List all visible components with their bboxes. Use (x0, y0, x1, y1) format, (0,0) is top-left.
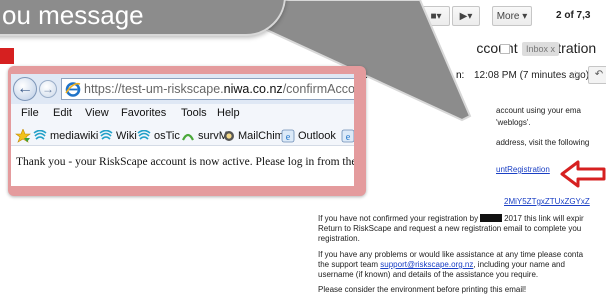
webslice-icon (33, 130, 47, 140)
red-marker (0, 48, 14, 64)
back-arrow-icon: ← (17, 80, 33, 97)
star-icon[interactable]: ☆ (570, 68, 581, 82)
registration-link[interactable]: untRegistration (496, 165, 550, 174)
url-host: niwa.co.nz (223, 82, 283, 96)
address-bar-row: ← → https://test-um-riskscape.niwa.co.nz… (11, 74, 354, 104)
environment-line: Please consider the environment before p… (318, 285, 527, 294)
expire-line-1: If you have not confirmed your registrat… (318, 214, 584, 223)
webslice-icon (99, 130, 113, 140)
report-spam-button[interactable]: ❗ (364, 6, 386, 26)
forward-arrow-icon: → (42, 82, 54, 96)
svg-text:e: e (286, 132, 291, 143)
back-to-inbox-button[interactable]: ← (312, 6, 334, 26)
fav-oracle[interactable]: e oracle (341, 128, 354, 144)
email-toolbar: ← ❗ 🗑 ■▾ ▶▾ More ▾ 2 of 7,3 (312, 6, 606, 28)
fav-mailchimp[interactable]: MailChimp (223, 128, 290, 144)
favorites-star-button[interactable] (15, 128, 34, 144)
fav-outlook-label: Outlook (298, 130, 336, 142)
forward-button[interactable]: → (39, 80, 57, 98)
red-arrow-icon (560, 160, 606, 188)
token-link[interactable]: 2MiY5ZTgxZTUxZGYxZ (504, 197, 590, 206)
help-text-b: , including your name and (473, 260, 565, 269)
url-prefix: https://test-um-riskscape. (84, 82, 224, 96)
url-text: https://test-um-riskscape.niwa.co.nz/con… (84, 82, 354, 96)
spam-icon: ❗ (368, 10, 382, 22)
menu-edit[interactable]: Edit (53, 107, 72, 119)
favorites-bar: mediawiki Wiki osTic survM MailChimp e O… (11, 124, 354, 146)
fav-outlook[interactable]: e Outlook (281, 128, 336, 144)
move-to-button[interactable]: ■▾ (422, 6, 450, 26)
webslice-icon (137, 130, 151, 140)
mailchimp-icon (224, 131, 234, 141)
registration-link-text[interactable]: untRegistration (496, 165, 550, 174)
ie-page-icon: e (341, 129, 354, 143)
callout-text: ou message (2, 2, 144, 30)
help-text-a: the support team (318, 260, 379, 269)
help-line-2: the support team support@riskscape.org.n… (318, 260, 565, 269)
menu-file[interactable]: File (21, 107, 39, 119)
fav-wiki[interactable]: Wiki (99, 128, 137, 144)
internet-explorer-icon (65, 82, 81, 97)
back-arrow-icon: ← (318, 10, 328, 22)
fav-wiki-label: Wiki (116, 130, 137, 142)
body-line-address: address, visit the following (496, 138, 590, 147)
activation-message: Thank you - your RiskScape account is no… (16, 156, 354, 168)
labels-button[interactable]: ▶▾ (452, 6, 480, 26)
expire-line-3: registration. (318, 234, 360, 243)
fav-mediawiki[interactable]: mediawiki (33, 128, 98, 144)
token-link-text[interactable]: 2MiY5ZTgxZTUxZGYxZ (504, 197, 590, 206)
svg-text:e: e (346, 132, 351, 143)
label-icon: ▶▾ (459, 10, 473, 22)
menu-tools[interactable]: Tools (181, 107, 207, 119)
subject-start: TEST RiskScape (314, 40, 421, 56)
body-line-using: account using your ema (496, 106, 581, 115)
expire-text-a: If you have not confirmed your registrat… (318, 214, 479, 223)
fav-survm[interactable]: survM (181, 128, 228, 144)
body-line-weblogs: 'weblogs'. (496, 118, 531, 127)
trash-icon: 🗑 (392, 10, 406, 22)
chevron-down-icon: ▾ (519, 10, 528, 22)
favorites-star-icon (15, 129, 31, 143)
url-field[interactable]: https://test-um-riskscape.niwa.co.nz/con… (61, 78, 354, 100)
inbox-label-tag[interactable]: Inbox x (522, 42, 560, 56)
folder-icon: ■▾ (430, 10, 442, 22)
url-path: /confirmAccountRegistration/ac…mxvZ3M0 (282, 82, 354, 96)
expire-text-b: 2017 this link will expir (504, 214, 584, 223)
important-checkbox[interactable] (500, 44, 510, 54)
grey-callout: ou message (0, 0, 286, 36)
fav-mediawiki-label: mediawiki (50, 130, 99, 142)
more-label: More (496, 10, 520, 22)
redacted-date (480, 214, 503, 222)
reply-icon: ↶ (594, 69, 604, 80)
sender-tail: n: (456, 70, 465, 81)
ie-page-icon: e (281, 129, 295, 143)
back-button[interactable]: ← (13, 77, 37, 101)
browser-window: ← → https://test-um-riskscape.niwa.co.nz… (11, 74, 354, 186)
more-button[interactable]: More ▾ (492, 6, 532, 26)
support-email-link[interactable]: support@riskscape.org.nz (380, 260, 473, 269)
menu-bar: File Edit View Favorites Tools Help (11, 104, 354, 124)
delete-button[interactable]: 🗑 (388, 6, 410, 26)
menu-view[interactable]: View (85, 107, 109, 119)
expire-line-2: Return to RiskScape and request a new re… (318, 224, 582, 233)
message-count: 2 of 7,3 (556, 10, 591, 21)
help-line-3: username (if known) and details of the a… (318, 270, 539, 279)
menu-help[interactable]: Help (217, 107, 240, 119)
help-line-1: If you have any problems or would like a… (318, 250, 584, 259)
survey-monkey-icon (182, 133, 194, 141)
fav-ostic-label: osTic (154, 130, 180, 142)
reply-button[interactable]: ↶ (588, 66, 606, 84)
fav-ostic[interactable]: osTic (137, 128, 180, 144)
menu-favorites[interactable]: Favorites (121, 107, 166, 119)
